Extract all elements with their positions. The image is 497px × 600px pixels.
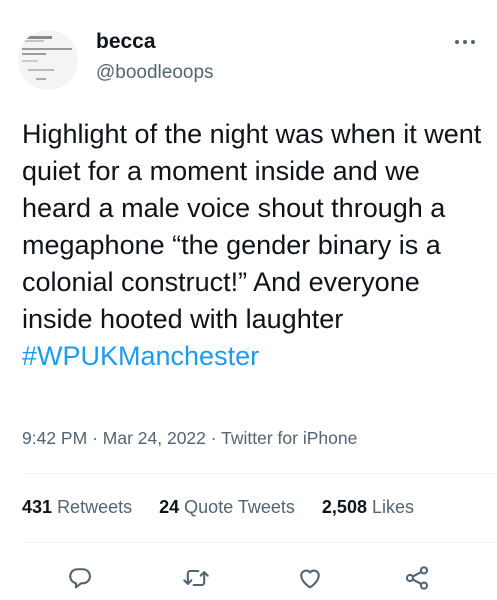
tweet-source[interactable]: Twitter for iPhone xyxy=(221,428,357,448)
avatar-detail xyxy=(22,53,46,55)
avatar-detail xyxy=(22,60,38,62)
tweet-time[interactable]: 9:42 PM xyxy=(22,428,87,448)
avatar-detail xyxy=(28,69,54,71)
retweets-stat[interactable]: 431 Retweets xyxy=(22,497,132,518)
avatar-detail xyxy=(36,78,46,80)
tweet-stats: 431 Retweets 24 Quote Tweets 2,508 Likes xyxy=(22,497,414,518)
tweet-text: Highlight of the night was when it went … xyxy=(22,119,482,334)
dot xyxy=(463,40,467,44)
tweet-metadata: 9:42 PM · Mar 24, 2022 · Twitter for iPh… xyxy=(22,428,357,449)
meta-separator: · xyxy=(210,428,217,448)
quote-tweets-label: Quote Tweets xyxy=(184,497,295,517)
tweet-body: Highlight of the night was when it went … xyxy=(22,116,482,375)
avatar[interactable] xyxy=(18,30,78,90)
heart-icon[interactable] xyxy=(296,564,324,592)
dot xyxy=(455,40,459,44)
share-icon[interactable] xyxy=(403,564,431,592)
retweets-count: 431 xyxy=(22,497,53,517)
dot xyxy=(471,40,475,44)
likes-count: 2,508 xyxy=(321,497,367,517)
likes-label: Likes xyxy=(371,497,415,517)
divider xyxy=(22,542,497,543)
retweets-label: Retweets xyxy=(57,497,133,517)
quote-tweets-count: 24 xyxy=(159,497,180,517)
tweet-actions xyxy=(0,556,497,600)
avatar-detail xyxy=(24,36,52,39)
meta-separator: · xyxy=(92,428,98,448)
quote-tweets-stat[interactable]: 24 Quote Tweets xyxy=(159,497,295,518)
hashtag-link[interactable]: #WPUKManchester xyxy=(22,341,259,371)
avatar-detail xyxy=(24,40,44,42)
retweet-icon[interactable] xyxy=(182,564,210,592)
likes-stat[interactable]: 2,508 Likes xyxy=(322,497,414,518)
tweet-header: becca @boodleoops xyxy=(0,0,497,100)
more-options-icon[interactable] xyxy=(450,34,480,50)
reply-icon[interactable] xyxy=(66,564,94,592)
user-handle[interactable]: @boodleoops xyxy=(96,62,214,84)
tweet-date[interactable]: Mar 24, 2022 xyxy=(103,428,206,448)
display-name[interactable]: becca xyxy=(96,30,156,54)
avatar-detail xyxy=(22,48,72,50)
divider xyxy=(22,473,497,474)
